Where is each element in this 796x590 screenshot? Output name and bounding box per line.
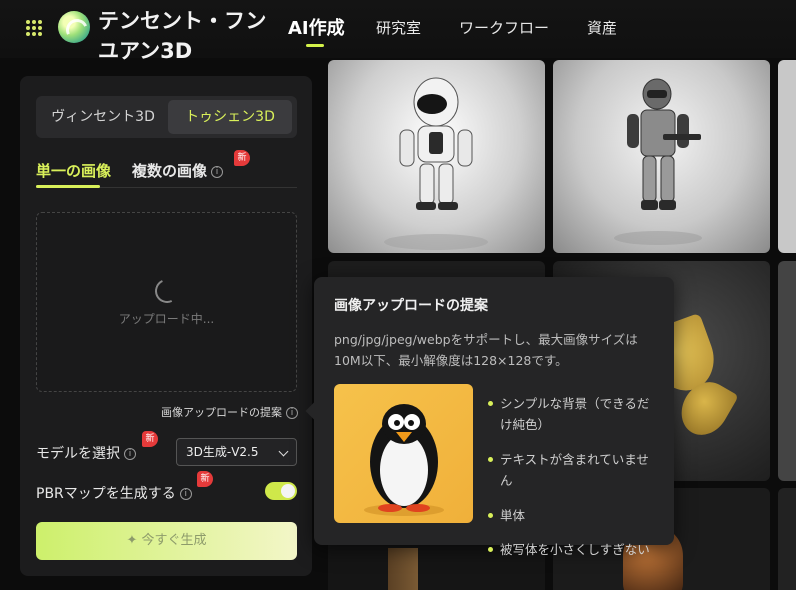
- info-icon: i: [286, 407, 298, 419]
- gallery-item[interactable]: [328, 60, 545, 253]
- app-grid-icon[interactable]: [26, 20, 42, 36]
- gallery-item[interactable]: [778, 60, 796, 253]
- requirement-item: 被写体を小さくしすぎない: [488, 539, 660, 560]
- tab-active-indicator: [36, 185, 100, 188]
- new-badge: 新: [234, 150, 250, 166]
- requirement-item: シンプルな背景（できるだけ純色）: [488, 393, 660, 435]
- model-select-value: 3D生成-V2.5: [186, 445, 259, 459]
- example-image: [334, 384, 473, 523]
- upload-tips-popover: 画像アップロードの提案 png/jpg/jpeg/webpをサポートし、最大画像…: [305, 277, 674, 545]
- new-badge: 新: [142, 431, 158, 447]
- pbr-text: PBRマップを生成する: [36, 486, 176, 502]
- nav-lab[interactable]: 研究室: [376, 17, 421, 38]
- requirement-item: 単体: [488, 505, 660, 526]
- penguin-example: [364, 404, 444, 516]
- segment-text-to-3d[interactable]: ヴィンセント3D: [42, 100, 164, 134]
- tab-multiple-images[interactable]: 複数の画像 i: [132, 160, 224, 181]
- loading-spinner-icon: [151, 275, 183, 307]
- model-select-text: モデルを選択: [36, 446, 120, 462]
- upload-tips-label: 画像アップロードの提案: [161, 406, 282, 419]
- nav-workflow[interactable]: ワークフロー: [459, 17, 549, 38]
- info-icon[interactable]: i: [211, 165, 224, 178]
- model-select[interactable]: 3D生成-V2.5: [176, 438, 297, 466]
- generate-button[interactable]: ✦ 今すぐ生成: [36, 522, 297, 560]
- info-icon[interactable]: i: [124, 448, 136, 460]
- gallery-item[interactable]: [553, 60, 770, 253]
- model-select-label: モデルを選択 i: [36, 443, 136, 463]
- upload-tips-link[interactable]: 画像アップロードの提案 i: [161, 404, 298, 420]
- nav-active-indicator: [306, 44, 324, 47]
- gallery-item[interactable]: [778, 261, 796, 481]
- upload-dropzone[interactable]: アップロード中...: [36, 212, 297, 392]
- mode-segmented-control: ヴィンセント3D トゥシェン3D: [36, 96, 297, 138]
- upload-status: アップロード中...: [118, 312, 215, 326]
- popover-description: png/jpg/jpeg/webpをサポートし、最大画像サイズは10M以下、最小…: [334, 332, 638, 368]
- gallery-item[interactable]: [778, 488, 796, 590]
- top-header: テンセント・フンユアン3D AI作成 研究室 ワークフロー 資産: [0, 0, 796, 63]
- info-icon[interactable]: i: [179, 488, 192, 500]
- nav-assets[interactable]: 資産: [587, 17, 617, 38]
- chevron-down-icon: [278, 446, 289, 457]
- robot-thumbnail: [384, 77, 488, 250]
- image-tabs: 単一の画像 複数の画像 i: [36, 160, 297, 188]
- generation-panel: ヴィンセント3D トゥシェン3D 単一の画像 複数の画像 i 新 アップロード中.…: [20, 76, 312, 576]
- nav-ai-create[interactable]: AI作成: [288, 14, 345, 40]
- segment-image-to-3d[interactable]: トゥシェン3D: [168, 100, 292, 134]
- pbr-toggle[interactable]: [265, 482, 297, 500]
- post-thumbnail: [388, 548, 418, 590]
- popover-title: 画像アップロードの提案: [334, 298, 488, 314]
- tab-multiple-images-label: 複数の画像: [132, 162, 208, 180]
- tab-single-image[interactable]: 単一の画像: [36, 160, 111, 181]
- new-badge: 新: [197, 471, 213, 487]
- pbr-label: PBRマップを生成する i: [36, 483, 192, 503]
- soldier-thumbnail: [614, 78, 702, 245]
- brand-logo-icon[interactable]: [58, 11, 90, 43]
- requirement-item: テキストが含まれていません: [488, 449, 660, 491]
- brand-name[interactable]: テンセント・フンユアン3D: [98, 6, 278, 66]
